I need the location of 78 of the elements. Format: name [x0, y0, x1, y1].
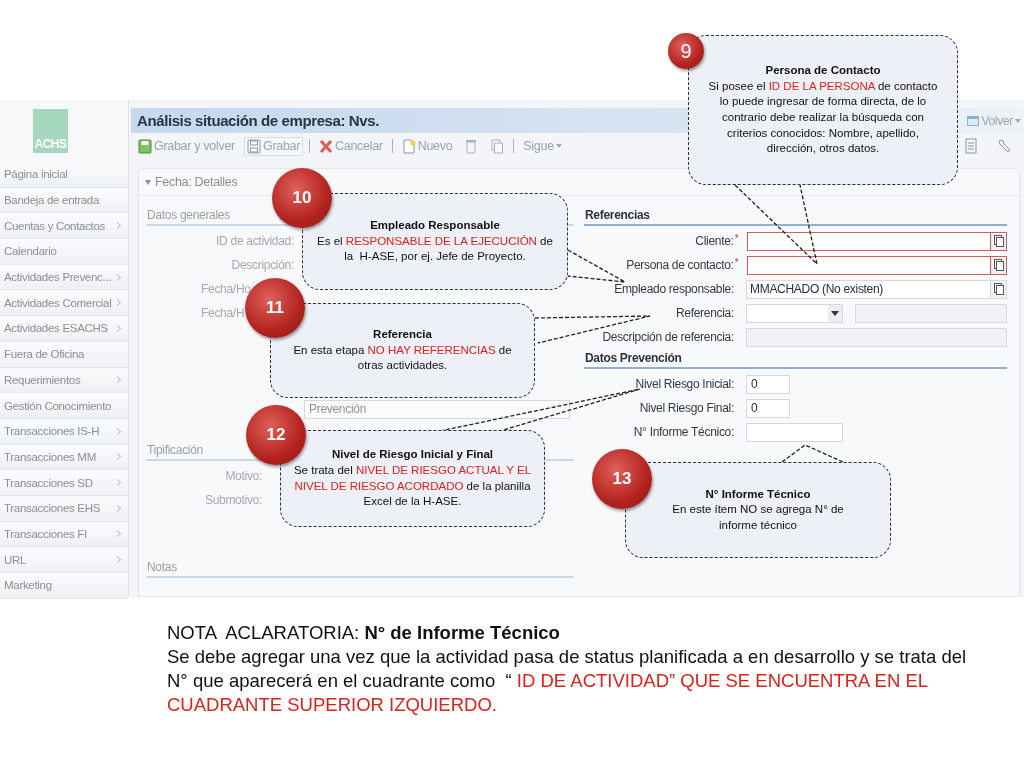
field-label: Nivel Riesgo Inicial:: [634, 377, 734, 391]
callout-title: Persona de Contacto: [764, 63, 882, 79]
field-label: Cliente:: [694, 234, 734, 248]
document-icon: [965, 138, 977, 154]
logo: ACHS: [33, 109, 68, 153]
callout-text: Si posee el ID DE LA PERSONA de contacto lo puede ingresar de forma directa, de lo contrario debe realizar la búsqueda con criterios conocidos: Nombre, apellido, dirección, otros datos.: [707, 78, 939, 157]
sidebar-item[interactable]: Actividades Prevenc...: [0, 264, 128, 291]
sidebar-item[interactable]: Transacciones MM: [0, 444, 128, 471]
sidebar-item[interactable]: Actividades Comercial: [0, 290, 128, 317]
note-heading: NOTA ACLARATORIA: N° de Informe Técnico: [167, 621, 561, 645]
sidebar-item[interactable]: Transacciones FI: [0, 521, 128, 548]
caret-icon: [831, 310, 839, 316]
sidebar-item[interactable]: Cuentas y Contactos: [0, 213, 128, 240]
back-button[interactable]: Volver: [966, 113, 1022, 128]
toolbar-button[interactable]: Grabar: [243, 136, 304, 156]
field-label: ID de actividad:: [215, 234, 294, 248]
copy-icon: [993, 283, 1004, 295]
input-field[interactable]: MMACHADO (No existen): [746, 279, 1007, 299]
leader-line: [567, 249, 626, 283]
callout-title: Referencia: [372, 327, 433, 343]
callout-title: Nivel de Riesgo Inicial y Final: [330, 447, 495, 463]
input-field[interactable]: [746, 255, 1007, 275]
copy-icon: [993, 259, 1004, 271]
sidebar-item[interactable]: Transacciones SD: [0, 470, 128, 496]
sidebar-item[interactable]: Fuera de Oficina: [0, 341, 128, 368]
input-field[interactable]: 0: [746, 398, 790, 418]
caret-icon: [1015, 118, 1021, 123]
field-label: Motivo:: [224, 469, 262, 483]
callout-text: En este ítem NO se agrega N° de informe técnico: [671, 502, 845, 533]
dropdown[interactable]: [746, 303, 843, 323]
field-label: Empleado responsable:: [613, 282, 734, 296]
save-icon: [138, 138, 152, 154]
section-heading: Datos Prevención: [584, 349, 1007, 369]
input-field[interactable]: 0: [746, 374, 790, 394]
sidebar-item[interactable]: Gestión Conocimiento: [0, 393, 128, 419]
field-label: Fecha/Ho: [201, 282, 251, 296]
window-icon: [967, 114, 980, 127]
copy-icon: [993, 235, 1004, 247]
sidebar-item[interactable]: Requerimientos: [0, 367, 128, 394]
toolbar-button[interactable]: Grabar y volver: [135, 136, 238, 156]
sidebar-item[interactable]: Calendario: [0, 239, 128, 265]
menu-button[interactable]: Sigue: [520, 137, 565, 155]
field-label: Persona de contacto:: [625, 258, 734, 272]
field-label: Fecha/H: [201, 306, 245, 320]
sidebar-item[interactable]: Transacciones IS-H: [0, 418, 128, 445]
note-text: Se debe agregar una vez que la actividad pasa de status planificada a en desarrollo y se trata del N° que aparecerá en el cuadrante como “ ID DE ACTIVIDAD” QUE SE ENCUENTRA EN EL CUADRANTE SUPERIOR IZQUIERDO.: [167, 645, 967, 718]
input-field[interactable]: [746, 231, 1007, 251]
document-button[interactable]: [962, 136, 980, 156]
field-label: Descripción:: [230, 258, 294, 272]
toolbar-button[interactable]: Cancelar: [316, 136, 386, 156]
sidebar-item[interactable]: Actividades ESACHS: [0, 316, 128, 342]
sidebar-item[interactable]: URL: [0, 547, 128, 573]
sidebar-item[interactable]: Bandeja de entrada: [0, 187, 128, 214]
section-heading: Referencias: [584, 206, 1007, 226]
callout-text: Se trata del NIVEL DE RIESGO ACTUAL Y EL NIVEL DE RIESGO ACORDADO de la planilla Excel de la H-ASE.: [292, 462, 533, 510]
section-heading: Notas: [146, 558, 574, 578]
sidebar-item[interactable]: Página inicial: [0, 162, 128, 188]
sidebar-item[interactable]: Marketing: [0, 573, 128, 599]
trash-icon: [464, 138, 479, 154]
window-title: Análisis situación de empresa: Nvs.: [137, 112, 379, 129]
number-badge: 9: [668, 33, 704, 69]
field-label: Referencia:: [674, 306, 734, 320]
field-label: Submotivo:: [203, 493, 262, 507]
new-document-icon: [401, 138, 416, 154]
toolbar-button[interactable]: Nuevo: [398, 136, 456, 156]
cross-icon: [319, 138, 334, 154]
field-label: Nivel Riesgo Final:: [638, 401, 734, 415]
field-label: Descripción de referencia:: [601, 330, 734, 344]
input-field[interactable]: Prevención: [304, 399, 570, 419]
wrench-icon: [997, 138, 1011, 154]
section-toggle[interactable]: Fecha: Detalles: [145, 175, 238, 189]
leader-line: [781, 444, 844, 463]
callout-text: En esta etapa NO HAY REFERENCIAS de otras actividades.: [292, 342, 513, 374]
callout-text: Es el RESPONSABLE DE LA EJECUCIÓN de la H-ASE, por ej. Jefe de Proyecto.: [316, 233, 554, 265]
copy-icon: [490, 138, 505, 154]
field-label: N° Informe Técnico:: [632, 425, 734, 439]
callout-title: N° Informe Técnico: [704, 486, 812, 502]
sidebar-item[interactable]: Transacciones EHS: [0, 495, 128, 522]
